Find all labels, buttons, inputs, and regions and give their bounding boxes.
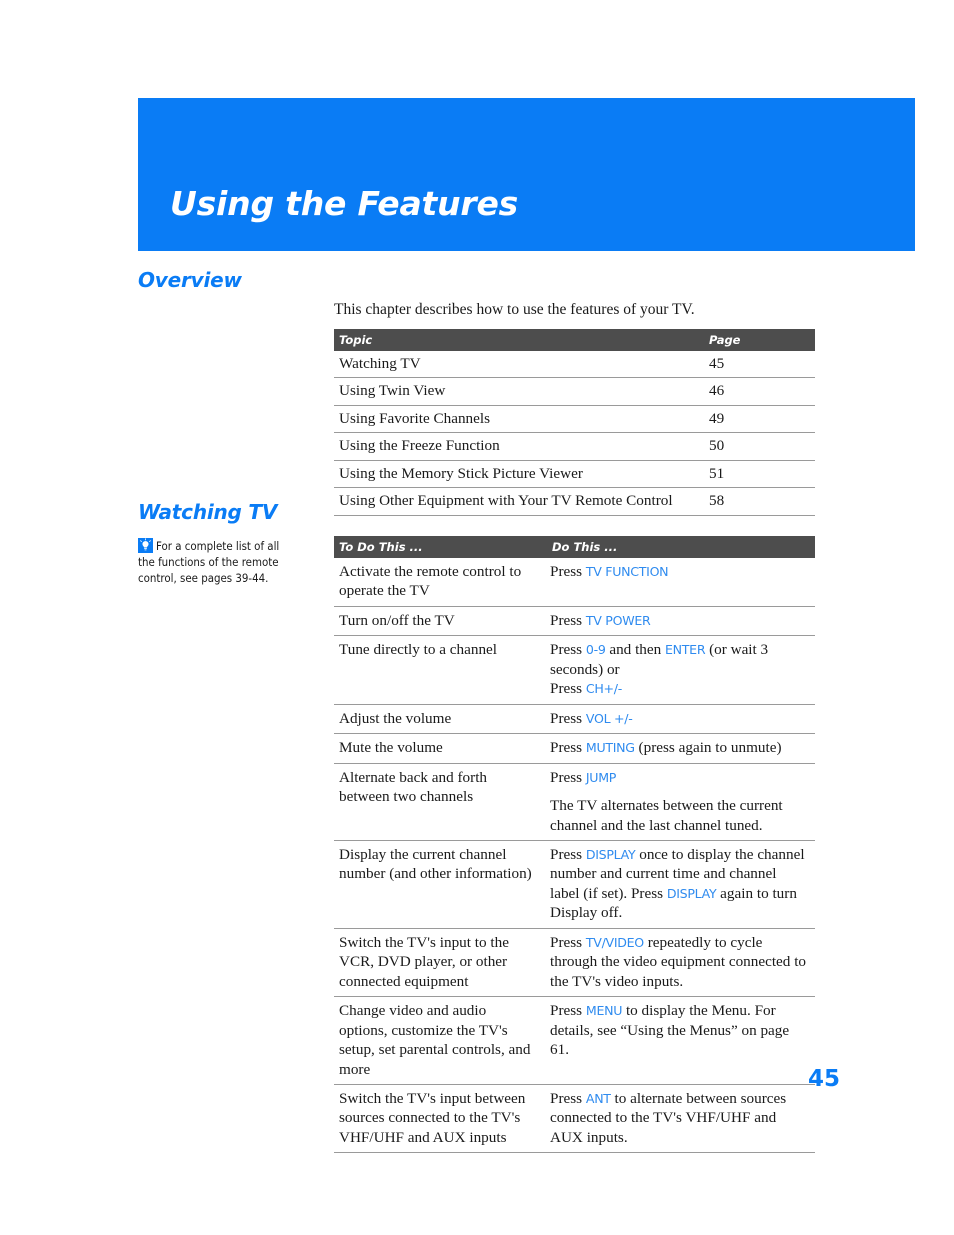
remote-key-label: MUTING (585, 740, 635, 756)
overview-page-cell: 51 (704, 460, 815, 489)
overview-topic-cell: Using Twin View (334, 377, 704, 406)
table-row: Activate the remote control to operate t… (334, 558, 815, 607)
overview-page-cell: 49 (704, 405, 815, 434)
tip-note: For a complete list of all the functions… (138, 538, 298, 587)
remote-key-label: 0-9 (585, 642, 606, 658)
watching-todo-cell: Display the current channel number (and … (334, 840, 543, 929)
watching-table-header-row: To Do This ... Do This ... (334, 536, 815, 558)
overview-topic-cell: Using Other Equipment with Your TV Remot… (334, 487, 704, 516)
table-row: Display the current channel number (and … (334, 840, 815, 929)
overview-page-cell: 58 (704, 487, 815, 516)
table-row: Turn on/off the TV Press TV POWER (334, 606, 815, 637)
remote-key-label: CH+/- (585, 681, 622, 697)
watching-todo-cell: Switch the TV's input between sources co… (334, 1084, 543, 1154)
remote-key-label: TV POWER (585, 612, 651, 628)
table-row: Using Favorite Channels 49 (334, 405, 815, 434)
overview-header-page: Page (704, 329, 815, 351)
watching-tv-table: To Do This ... Do This ... Activate the … (334, 536, 815, 1154)
remote-key-label: VOL +/- (585, 710, 633, 726)
table-row: Using the Freeze Function 50 (334, 432, 815, 461)
watching-do-cell: Press TV POWER (543, 606, 815, 637)
table-row: Adjust the volume Press VOL +/- (334, 704, 815, 735)
watching-do-cell: Press TV/VIDEO repeatedly to cycle throu… (543, 928, 815, 998)
table-row: Tune directly to a channel Press 0-9 and … (334, 635, 815, 705)
overview-table-header-row: Topic Page (334, 329, 815, 351)
table-row: Using the Memory Stick Picture Viewer 51 (334, 460, 815, 489)
tip-note-text: For a complete list of all the functions… (138, 539, 280, 586)
watching-todo-cell: Switch the TV's input to the VCR, DVD pl… (334, 928, 543, 998)
chapter-title: Using the Features (170, 184, 519, 223)
remote-key-label: TV FUNCTION (585, 564, 669, 579)
remote-key-label: ENTER (665, 642, 706, 658)
table-row: Switch the TV's input between sources co… (334, 1084, 815, 1154)
table-row: Using Other Equipment with Your TV Remot… (334, 487, 815, 516)
watching-do-cell: Press TV FUNCTION (543, 558, 815, 607)
watching-do-cell: Press VOL +/- (543, 704, 815, 735)
table-row: Alternate back and forth between two cha… (334, 763, 815, 841)
remote-key-label: ANT (585, 1090, 611, 1106)
remote-key-label: TV/VIDEO (585, 934, 644, 950)
watching-todo-cell: Turn on/off the TV (334, 606, 543, 637)
remote-key-label: DISPLAY (666, 885, 717, 901)
watching-header-todo: To Do This ... (334, 536, 543, 558)
table-row: Watching TV 45 (334, 351, 815, 379)
watching-do-cell: Press 0-9 and then ENTER (or wait 3 seco… (543, 635, 815, 705)
watching-do-cell: Press MUTING (press again to unmute) (543, 733, 815, 764)
section-heading-overview: Overview (138, 268, 242, 292)
section-heading-watching-tv: Watching TV (138, 500, 278, 524)
watching-do-cell: Press DISPLAY once to display the channe… (543, 840, 815, 929)
overview-intro-text: This chapter describes how to use the fe… (334, 301, 695, 318)
watching-do-cell: Press ANT to alternate between sources c… (543, 1084, 815, 1154)
overview-topic-cell: Using Favorite Channels (334, 405, 704, 434)
table-row: Using Twin View 46 (334, 377, 815, 406)
document-page: Using the Features Overview This chapter… (0, 0, 954, 1235)
overview-topic-cell: Using the Freeze Function (334, 432, 704, 461)
overview-page-cell: 50 (704, 432, 815, 461)
overview-page-cell: 46 (704, 377, 815, 406)
watching-todo-cell: Adjust the volume (334, 704, 543, 735)
watching-todo-cell: Tune directly to a channel (334, 635, 543, 705)
remote-key-label: JUMP (585, 769, 617, 785)
overview-page-cell: 45 (704, 351, 815, 379)
watching-todo-cell: Alternate back and forth between two cha… (334, 763, 543, 841)
chapter-banner (138, 98, 915, 251)
table-row: Mute the volume Press MUTING (press again… (334, 733, 815, 764)
table-row: Switch the TV's input to the VCR, DVD pl… (334, 928, 815, 998)
remote-key-label: DISPLAY (585, 846, 636, 862)
overview-topic-cell: Using the Memory Stick Picture Viewer (334, 460, 704, 489)
watching-todo-cell: Activate the remote control to operate t… (334, 558, 543, 607)
overview-header-topic: Topic (334, 329, 704, 351)
watching-todo-cell: Mute the volume (334, 733, 543, 764)
watching-do-cell: Press JUMP The TV alternates between the … (543, 763, 815, 841)
page-number: 45 (807, 1066, 840, 1092)
overview-table: Topic Page Watching TV 45 Using Twin View 4… (334, 329, 815, 516)
remote-key-label: MENU (585, 1003, 623, 1019)
watching-header-do: Do This ... (543, 536, 815, 558)
overview-topic-cell: Watching TV (334, 351, 704, 379)
lightbulb-tip-icon (138, 538, 153, 553)
